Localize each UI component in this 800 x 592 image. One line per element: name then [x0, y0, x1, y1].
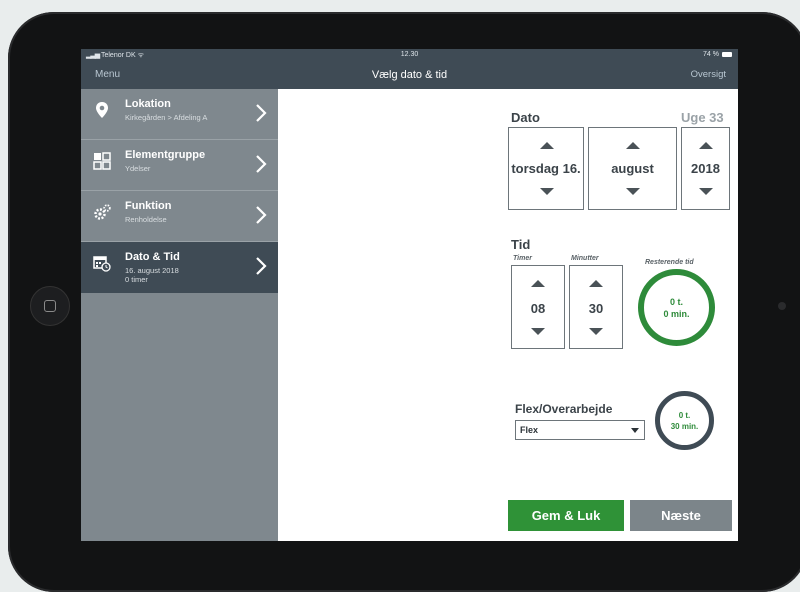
app-screen: ▂▃▅ Telenor DK ᯤ 12.30 74 % Menu Vælg da… — [81, 49, 738, 541]
remaining-hours: 0 t. — [669, 297, 683, 307]
sidebar-item-date-time[interactable]: Dato & Tid 16. august 2018 0 timer — [81, 242, 278, 293]
hours-picker: 08 — [511, 265, 565, 349]
year-up-arrow-icon[interactable] — [699, 142, 713, 149]
hours-label: Timer — [513, 255, 532, 262]
chevron-right-icon — [256, 206, 267, 224]
sidebar-item-title: Funktion — [125, 200, 172, 212]
sidebar-item-subtitle-hours: 0 timer — [125, 275, 148, 284]
chevron-right-icon — [256, 155, 267, 173]
battery-indicator: 74 % — [703, 51, 732, 58]
sidebar-item-function[interactable]: Funktion Renholdelse — [81, 191, 278, 242]
sidebar-item-subtitle: Kirkegården > Afdeling A — [125, 113, 208, 122]
chevron-down-icon — [631, 428, 639, 433]
sidebar: Lokation Kirkegården > Afdeling A Elemen… — [81, 89, 278, 541]
year-value: 2018 — [691, 161, 720, 176]
flex-select-value: Flex — [520, 425, 539, 435]
flex-ring: 0 t. 30 min. — [655, 391, 714, 450]
remaining-time-label: Resterende tid — [645, 259, 694, 266]
time-label: Tid — [511, 237, 531, 252]
sidebar-item-title: Dato & Tid — [125, 251, 180, 263]
clock: 12.30 — [400, 51, 419, 58]
month-picker: august — [588, 127, 677, 210]
sidebar-item-subtitle: Ydelser — [125, 164, 151, 173]
day-down-arrow-icon[interactable] — [540, 188, 554, 195]
location-pin-icon — [96, 102, 108, 118]
camera — [778, 302, 786, 310]
sidebar-item-title: Elementgruppe — [125, 149, 206, 161]
home-button[interactable] — [30, 286, 70, 326]
flex-label: Flex/Overarbejde — [515, 402, 613, 416]
year-down-arrow-icon[interactable] — [699, 188, 713, 195]
minutes-down-arrow-icon[interactable] — [589, 328, 603, 335]
flex-ring-minutes: 30 min. — [670, 422, 699, 431]
month-down-arrow-icon[interactable] — [626, 188, 640, 195]
next-button[interactable]: Næste — [630, 500, 732, 531]
overview-button[interactable]: Oversigt — [691, 69, 726, 80]
remaining-time-ring: 0 t. 0 min. — [638, 269, 715, 346]
sidebar-item-subtitle: 16. august 2018 — [125, 266, 179, 275]
flex-select[interactable]: Flex — [515, 420, 645, 440]
day-picker: torsdag 16. — [508, 127, 584, 210]
year-picker: 2018 — [681, 127, 730, 210]
hours-down-arrow-icon[interactable] — [531, 328, 545, 335]
chevron-right-icon — [256, 257, 267, 275]
minutes-value: 30 — [588, 301, 604, 316]
page-title: Vælg dato & tid — [371, 69, 448, 81]
hours-up-arrow-icon[interactable] — [531, 280, 545, 287]
gears-icon — [94, 204, 111, 220]
minutes-picker: 30 — [569, 265, 623, 349]
month-up-arrow-icon[interactable] — [626, 142, 640, 149]
remaining-minutes: 0 min. — [663, 309, 690, 319]
sidebar-item-element-group[interactable]: Elementgruppe Ydelser — [81, 140, 278, 191]
week-label: Uge 33 — [681, 110, 724, 125]
sidebar-item-title: Lokation — [125, 98, 171, 110]
flex-ring-hours: 0 t. — [678, 411, 691, 420]
sidebar-item-location[interactable]: Lokation Kirkegården > Afdeling A — [81, 89, 278, 140]
calendar-clock-icon — [93, 256, 111, 272]
day-up-arrow-icon[interactable] — [540, 142, 554, 149]
save-close-button[interactable]: Gem & Luk — [508, 500, 624, 531]
battery-icon — [722, 51, 732, 57]
day-value: torsdag 16. — [511, 161, 581, 176]
status-bar: ▂▃▅ Telenor DK ᯤ 12.30 74 % — [81, 49, 738, 62]
hours-value: 08 — [530, 301, 546, 316]
sidebar-item-subtitle: Renholdelse — [125, 215, 167, 224]
navigation-bar: Menu Vælg dato & tid Oversigt — [81, 62, 738, 89]
month-value: august — [611, 161, 654, 176]
chevron-right-icon — [256, 104, 267, 122]
minutes-up-arrow-icon[interactable] — [589, 280, 603, 287]
minutes-label: Minutter — [571, 255, 599, 262]
element-group-icon — [93, 152, 111, 170]
date-label: Dato — [511, 110, 540, 125]
